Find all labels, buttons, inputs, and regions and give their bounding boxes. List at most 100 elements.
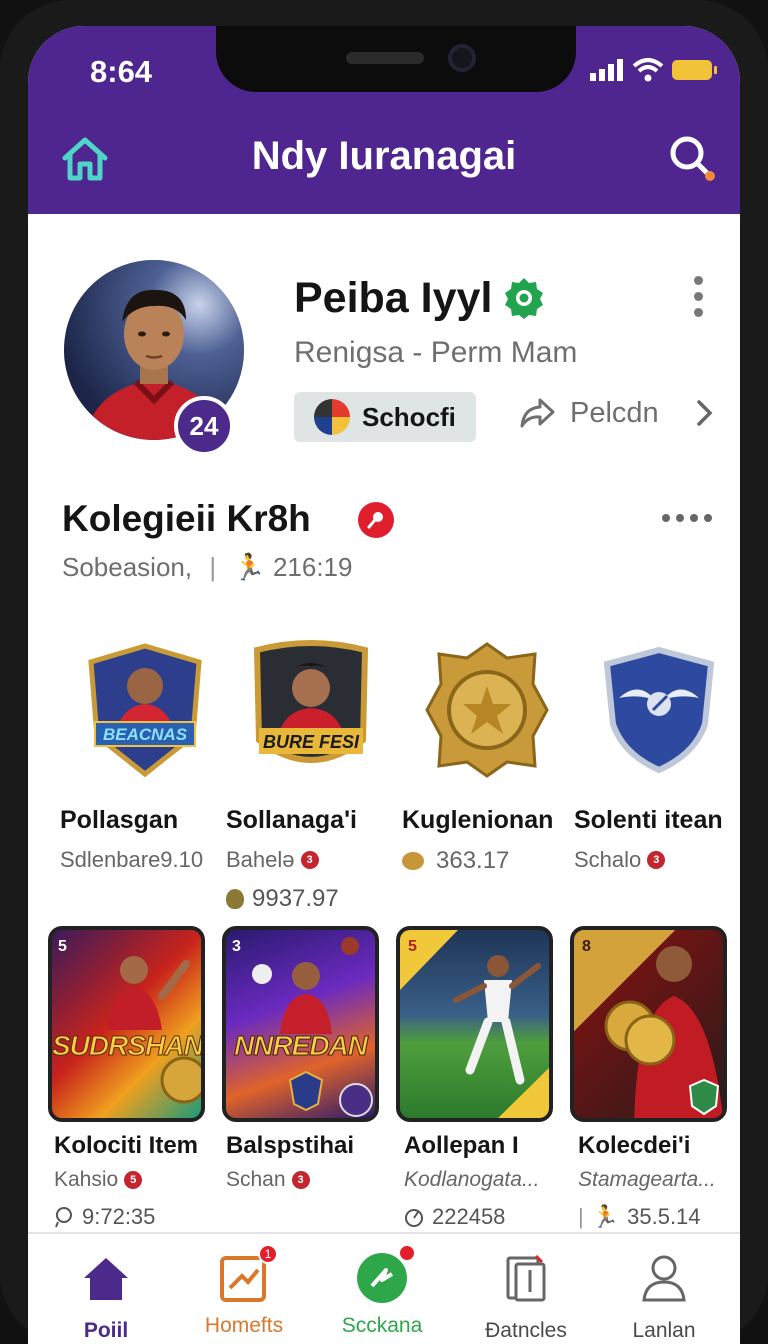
home-filled-icon [84, 1258, 128, 1300]
card-rating: 5 [408, 938, 417, 955]
battery-icon [672, 60, 717, 80]
card-subtitle: Kahsio 5 [54, 1168, 214, 1192]
item-subtitle: Bahelə 3 [226, 847, 396, 873]
collection-item[interactable]: BEACNAS Pollasgan Sdlenbare9.10 [60, 640, 230, 873]
timer-icon [405, 1209, 423, 1227]
item-title: Sollanaga'i [226, 806, 357, 834]
app-screen: 8:64 Ndy Iuranagai 24 Peiba Iyyl Renigsa… [28, 26, 740, 1344]
item-subtitle: Sdlenbare9.10 [60, 847, 204, 872]
nav-item-scckana[interactable]: Scckana [312, 1244, 452, 1338]
card-rating: 8 [582, 938, 591, 955]
card-player-art [604, 946, 723, 1118]
item-title: Pollasgan [60, 806, 179, 834]
count-badge-icon: 3 [647, 851, 666, 869]
count-badge-icon: 3 [291, 1171, 310, 1189]
section-meta-left: Sobeasion, [62, 552, 193, 582]
speaker-grille [346, 52, 424, 64]
club-logo-icon [314, 399, 350, 435]
front-camera [448, 44, 476, 72]
badge-shield-art: BEACNAS [81, 640, 209, 780]
card-subtitle: Stamagearta... [578, 1168, 716, 1191]
notification-dot [398, 1244, 416, 1262]
status-icons [590, 58, 717, 82]
verified-icon [505, 278, 543, 319]
collection-item[interactable]: Kuglenionan 363.17 [402, 640, 572, 875]
status-time: 8:64 [90, 54, 153, 89]
player-card[interactable]: 5 [396, 926, 553, 1122]
collection-section-title: Kolegieii Kr8h [62, 498, 311, 539]
money-bag-icon [226, 889, 244, 909]
item-title: Kuglenionan [402, 806, 554, 834]
card-label: Kolecdei'i Stamagearta... | 🏃 35.5.14 [578, 1132, 738, 1230]
user-icon [642, 1255, 686, 1302]
card-art-text: NNREDAN [234, 1030, 369, 1062]
item-title: Solenti itean [574, 806, 723, 834]
nav-item-profile[interactable]: Poiil [36, 1252, 176, 1343]
club-chip-label: Schocfi [362, 401, 456, 432]
collection-item[interactable]: BURE FESI Sollanaga'i Bahelə 3 9937.97 [226, 640, 396, 913]
pin-icon [55, 1207, 72, 1228]
winged-shield-art [595, 640, 723, 780]
badge-art-text: BURE FESI [263, 732, 360, 752]
card-label: Kolociti Item Kahsio 5 9:72:35 [54, 1132, 214, 1230]
card-art-text: SUDRSHAN [52, 1030, 203, 1062]
item-value: 9937.97 [226, 885, 396, 913]
profile-name: Peiba Iyyl [294, 274, 493, 322]
player-card[interactable]: 3 NNREDAN [222, 926, 379, 1122]
card-value: | 🏃 35.5.14 [578, 1204, 701, 1229]
card-label: Aollepan I Kodlanogata... 222458 [404, 1132, 564, 1230]
section-pin-icon[interactable] [358, 502, 394, 538]
gold-medal-art [423, 640, 551, 780]
app-title: Ndy Iuranagai [251, 134, 517, 178]
card-player-art [108, 956, 201, 1104]
item-subtitle: 363.17 [402, 847, 572, 875]
card-player-art [252, 937, 373, 1117]
section-meta: Sobeasion, | 🏃 216:19 [62, 552, 353, 582]
nav-item-homefts[interactable]: 1 Homefts [174, 1244, 314, 1338]
player-number-badge: 24 [174, 396, 234, 456]
share-icon [520, 398, 555, 428]
club-chip[interactable]: Schocfi [294, 392, 476, 442]
wifi-icon [632, 58, 664, 82]
section-meta-right: 216:19 [272, 552, 353, 582]
item-subtitle: Schalo 3 [574, 847, 740, 873]
profile-subtitle: Renigsa - Perm Mam [294, 336, 578, 369]
card-title: Kolociti Item [54, 1132, 199, 1159]
player-card[interactable]: 5 SUDRSHAN [48, 926, 205, 1122]
flash-icon [356, 1244, 416, 1304]
notification-badge: 1 [258, 1244, 278, 1264]
runner-icon: 🏃 [233, 552, 266, 582]
count-badge-icon: 3 [300, 851, 319, 869]
card-subtitle: Kodlanogata... [404, 1168, 540, 1191]
nav-item-datncles[interactable]: Ɖatncles [456, 1252, 596, 1343]
nav-label: Homefts [204, 1314, 284, 1337]
device-notch [216, 26, 576, 92]
card-value: 9:72:35 [54, 1204, 214, 1230]
runner-icon: 🏃 [591, 1204, 620, 1229]
top-app-bar: 8:64 Ndy Iuranagai [28, 26, 740, 214]
collection-item[interactable]: Solenti itean Schalo 3 [574, 640, 740, 873]
chevron-right-icon [696, 400, 713, 426]
section-more-icon[interactable] [662, 514, 712, 522]
card-title: Aollepan I [404, 1132, 519, 1159]
card-label: Balspstihai Schan 3 [226, 1132, 386, 1192]
signal-icon [590, 59, 623, 81]
card-value: 222458 [404, 1204, 564, 1230]
phone-frame: 8:64 Ndy Iuranagai 24 Peiba Iyyl Renigsa… [0, 0, 768, 1344]
bottom-navigation: Poiil 1 Homefts Scckana Ɖatncles Lanlan [28, 1232, 740, 1344]
nav-label: Lanlan [632, 1319, 696, 1342]
chart-icon: 1 [218, 1244, 278, 1304]
card-subtitle: Schan 3 [226, 1168, 386, 1192]
card-player-art [400, 930, 549, 1118]
nav-label: Ɖatncles [485, 1319, 567, 1342]
share-label: Pelcdn [570, 396, 659, 429]
badge-art-text: BEACNAS [103, 725, 188, 744]
card-title: Kolecdei'i [578, 1132, 691, 1159]
nav-item-lanlan[interactable]: Lanlan [594, 1252, 734, 1343]
more-options-icon[interactable] [694, 276, 704, 318]
player-card[interactable]: 8 [570, 926, 727, 1122]
search-icon[interactable] [666, 132, 718, 184]
nav-label: Poiil [83, 1319, 129, 1342]
nav-label: Scckana [341, 1314, 423, 1337]
share-link[interactable]: Pelcdn [518, 396, 715, 430]
